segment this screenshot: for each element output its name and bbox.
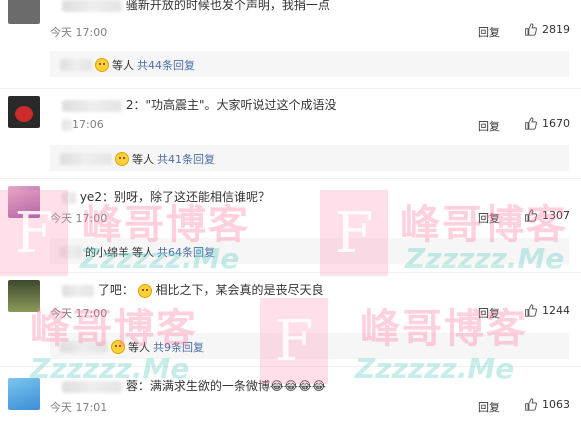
comment-text: 蓉：满满求生欲的一条微博😂😂😂😂 — [125, 379, 326, 393]
sub-username-blurred — [60, 341, 108, 353]
avatar[interactable] — [8, 186, 40, 218]
avatar[interactable] — [8, 0, 40, 24]
emoji-face-icon — [95, 58, 109, 72]
like-count: 1670 — [542, 117, 570, 130]
sub-replies-bar[interactable]: 等人 共9条回复 — [50, 333, 569, 359]
sub-replies-suffix: 等人 — [132, 153, 154, 166]
sub-username-blurred — [60, 153, 112, 165]
like-count: 1244 — [542, 304, 570, 317]
username-blurred[interactable] — [62, 0, 122, 12]
comment-text: 2："功高震主"。大家听说过这个成语没 — [125, 98, 337, 112]
comment-item: ye2：别呀，除了这还能相信谁呢？ 今天 17:00 回复 1307 的小绵羊 … — [0, 180, 581, 270]
comment-time: 17:06 — [62, 118, 104, 131]
username-blurred[interactable] — [62, 284, 94, 297]
avatar[interactable] — [8, 96, 40, 128]
avatar-face — [15, 106, 33, 122]
divider — [0, 272, 581, 273]
sub-replies-suffix: 等人 — [128, 341, 150, 354]
emoji-face-icon — [137, 283, 152, 298]
divider — [0, 88, 581, 89]
thumbs-up-icon — [525, 304, 537, 317]
reply-button[interactable]: 回复 — [478, 210, 500, 226]
comment-item: 了吧： 相比之下，某会真的是丧尽天良 今天 17:00 回复 1244 等人 共… — [0, 274, 581, 364]
comment-item: 骚新开放的时候也发个声明，我捐一点 今天 17:00 回复 2819 等人 共4… — [0, 0, 581, 77]
username-blurred[interactable] — [62, 99, 122, 112]
reply-button[interactable]: 回复 — [478, 118, 500, 134]
divider — [0, 366, 581, 367]
comment-text: ye2：别呀，除了这还能相信谁呢？ — [79, 190, 270, 204]
sub-replies-suffix: 等人 — [132, 246, 154, 259]
sub-username-blurred — [60, 246, 82, 258]
emoji-face-icon — [115, 152, 129, 166]
comment-item: 蓉：满满求生欲的一条微博😂😂😂😂 今天 17:01 回复 1063 — [0, 368, 581, 430]
avatar[interactable] — [8, 378, 40, 410]
divider — [0, 178, 581, 179]
reply-button[interactable]: 回复 — [478, 24, 500, 40]
comment-text-b: 相比之下，某会真的是丧尽天良 — [155, 283, 324, 297]
thumbs-up-icon — [525, 209, 537, 222]
reply-button[interactable]: 回复 — [478, 399, 500, 415]
comment-text-a: 了吧： — [97, 283, 134, 297]
sub-replies-total[interactable]: 共64条回复 — [157, 244, 215, 260]
sub-replies-total[interactable]: 共41条回复 — [157, 151, 215, 167]
comment-time: 今天 17:00 — [50, 307, 108, 320]
like-button[interactable]: 1244 — [524, 304, 570, 317]
reply-button[interactable]: 回复 — [478, 305, 500, 321]
like-count: 1307 — [542, 209, 570, 222]
like-count: 2819 — [542, 23, 570, 36]
comment-time: 今天 17:00 — [50, 212, 108, 225]
avatar[interactable] — [8, 280, 40, 312]
like-button[interactable]: 1307 — [524, 209, 570, 222]
sub-username-blurred — [60, 59, 92, 71]
comment-time: 今天 17:00 — [50, 26, 108, 39]
sub-replies-bar[interactable]: 的小绵羊 等人 共64条回复 — [50, 238, 569, 264]
comment-time: 今天 17:01 — [50, 401, 108, 414]
like-button[interactable]: 2819 — [524, 23, 570, 36]
comment-item: 2："功高震主"。大家听说过这个成语没 17:06 回复 1670 等人 共41… — [0, 90, 581, 180]
username-blurred[interactable] — [62, 191, 76, 204]
thumbs-up-icon — [525, 398, 537, 411]
like-button[interactable]: 1670 — [524, 117, 570, 130]
sub-replies-total[interactable]: 共9条回复 — [153, 339, 204, 355]
sub-replies-prefix: 的小绵羊 — [85, 246, 129, 259]
sub-replies-suffix: 等人 — [112, 59, 134, 72]
sub-replies-bar[interactable]: 等人 共41条回复 — [50, 145, 569, 171]
like-count: 1063 — [542, 398, 570, 411]
sub-replies-total[interactable]: 共44条回复 — [137, 57, 195, 73]
thumbs-up-icon — [525, 23, 537, 36]
comment-text: 骚新开放的时候也发个声明，我捐一点 — [125, 0, 330, 12]
sub-replies-bar[interactable]: 等人 共44条回复 — [50, 51, 569, 77]
thumbs-up-icon — [525, 117, 537, 130]
username-blurred[interactable] — [62, 380, 122, 393]
like-button[interactable]: 1063 — [524, 398, 570, 411]
emoji-face-icon — [111, 340, 125, 354]
